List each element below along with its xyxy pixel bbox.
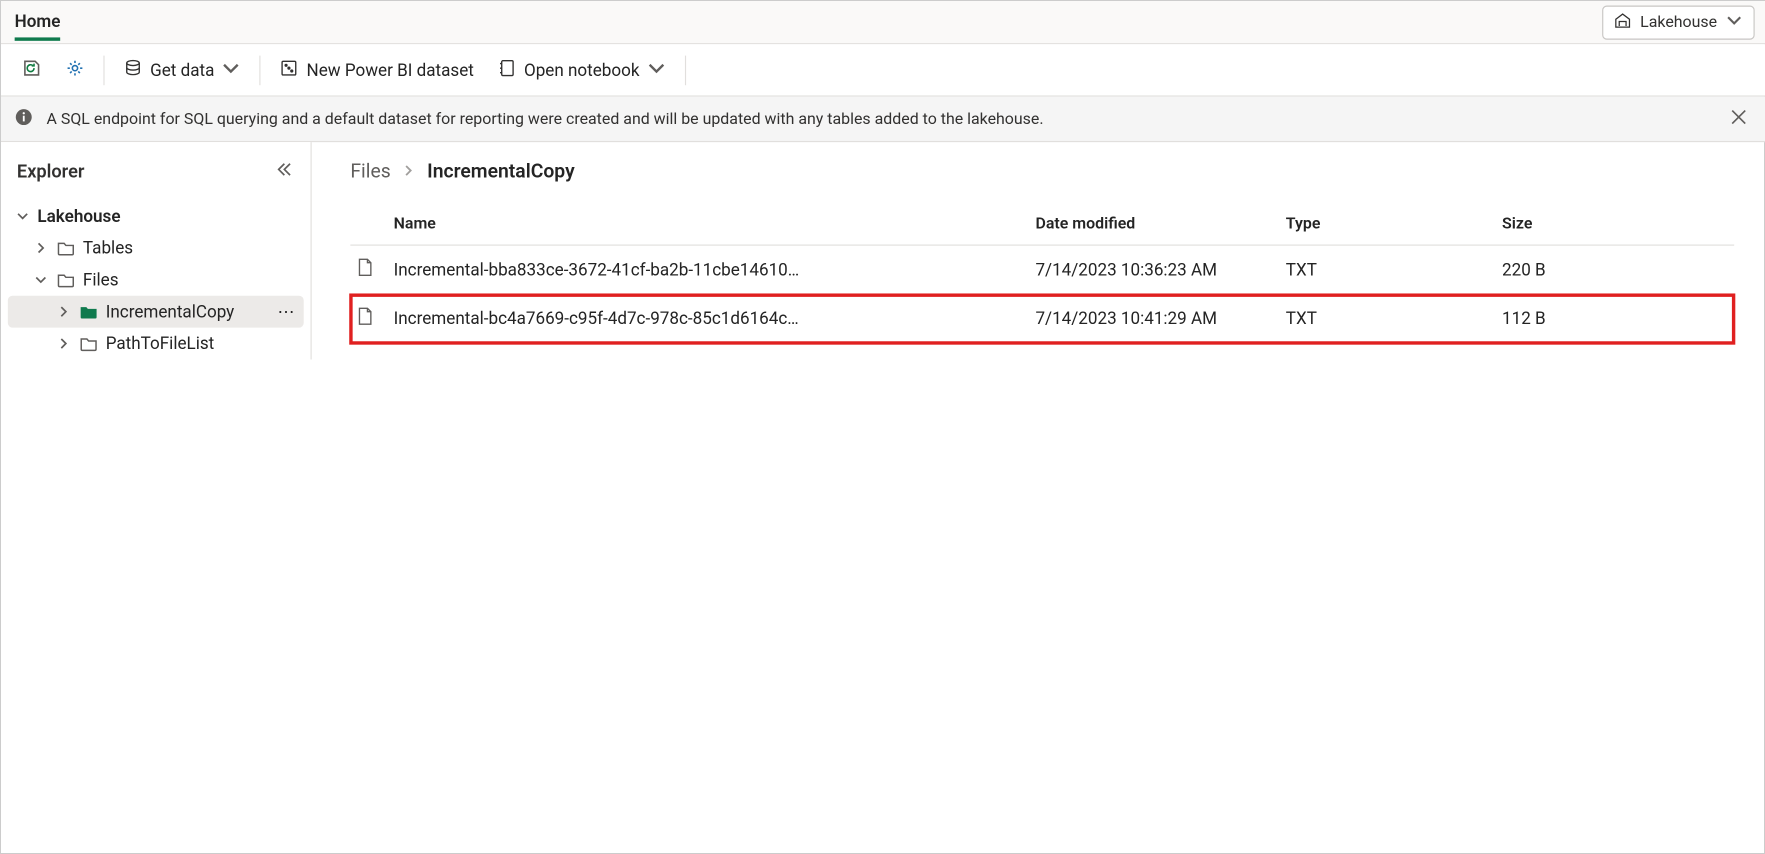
lakehouse-icon	[1614, 11, 1632, 34]
more-button[interactable]: ⋯	[275, 301, 297, 321]
toolbar-divider	[685, 55, 686, 85]
breadcrumb: Files IncrementalCopy	[350, 158, 1734, 204]
chevron-right-icon	[56, 305, 72, 319]
open-notebook-label: Open notebook	[524, 60, 640, 80]
folder-icon	[78, 333, 98, 353]
explorer-title: Explorer	[17, 160, 84, 182]
mode-label: Lakehouse	[1640, 13, 1717, 31]
breadcrumb-root[interactable]: Files	[350, 160, 390, 183]
col-type[interactable]: Type	[1286, 215, 1502, 233]
content-area: Files IncrementalCopy Name Date modified…	[312, 142, 1765, 359]
tree-node-incremental-copy[interactable]: IncrementalCopy ⋯	[8, 296, 304, 328]
database-icon	[123, 57, 143, 82]
chevron-right-icon	[56, 337, 72, 351]
file-type: TXT	[1286, 259, 1502, 279]
file-size: 220 B	[1502, 259, 1730, 279]
tree-label: PathToFileList	[106, 333, 297, 353]
file-modified: 7/14/2023 10:36:23 AM	[1035, 259, 1285, 279]
file-table-header: Name Date modified Type Size	[350, 204, 1734, 246]
chevron-right-icon	[402, 160, 416, 183]
chevron-down-icon	[646, 57, 666, 82]
info-icon	[15, 107, 33, 130]
folder-icon	[56, 270, 76, 290]
chevron-down-icon	[33, 273, 49, 287]
tree-root-label: Lakehouse	[37, 206, 296, 226]
tree-node-path-to-file-list[interactable]: PathToFileList	[8, 328, 304, 360]
file-row[interactable]: Incremental-bc4a7669-c95f-4d7c-978c-85c1…	[350, 295, 1734, 344]
refresh-button[interactable]	[15, 52, 49, 88]
more-icon: ⋯	[278, 301, 295, 321]
refresh-icon	[21, 57, 41, 82]
chevron-down-icon	[15, 209, 31, 223]
file-name: Incremental-bc4a7669-c95f-4d7c-978c-85c1…	[394, 308, 1036, 328]
tree-label: Tables	[83, 238, 297, 258]
dataset-icon	[279, 57, 299, 82]
tree-node-tables[interactable]: Tables	[8, 232, 304, 264]
explorer-tree: Lakehouse Tables Files IncrementalCopy ⋯	[1, 198, 311, 360]
settings-button[interactable]	[58, 52, 92, 88]
new-dataset-label: New Power BI dataset	[307, 60, 474, 80]
tree-label: Files	[83, 270, 297, 290]
info-text: A SQL endpoint for SQL querying and a de…	[47, 110, 1044, 128]
tab-home[interactable]: Home	[15, 3, 61, 41]
close-icon	[1730, 112, 1748, 130]
tree-label: IncrementalCopy	[106, 301, 269, 321]
close-banner-button[interactable]	[1725, 103, 1752, 135]
breadcrumb-current: IncrementalCopy	[427, 160, 575, 183]
tab-strip: Home	[15, 1, 61, 43]
file-row[interactable]: Incremental-bba833ce-3672-41cf-ba2b-11cb…	[350, 246, 1734, 295]
toolbar: Get data New Power BI dataset Open noteb…	[1, 44, 1765, 96]
info-banner: A SQL endpoint for SQL querying and a de…	[1, 97, 1765, 143]
tree-root-lakehouse[interactable]: Lakehouse	[8, 200, 304, 232]
chevron-down-icon	[1725, 11, 1743, 34]
notebook-icon	[497, 57, 517, 82]
toolbar-divider	[260, 55, 261, 85]
collapse-explorer-button[interactable]	[272, 156, 297, 187]
file-type: TXT	[1286, 308, 1502, 328]
chevron-down-icon	[221, 57, 241, 82]
file-list: Incremental-bba833ce-3672-41cf-ba2b-11cb…	[350, 246, 1734, 344]
folder-icon	[56, 238, 76, 258]
col-modified[interactable]: Date modified	[1035, 215, 1285, 233]
chevron-right-icon	[33, 241, 49, 255]
col-size[interactable]: Size	[1502, 215, 1730, 233]
get-data-button[interactable]: Get data	[116, 52, 249, 88]
folder-open-icon	[78, 301, 98, 321]
file-modified: 7/14/2023 10:41:29 AM	[1035, 308, 1285, 328]
file-size: 112 B	[1502, 308, 1730, 328]
workspace-mode-button[interactable]: Lakehouse	[1603, 5, 1755, 39]
open-notebook-button[interactable]: Open notebook	[490, 52, 674, 88]
new-pbi-dataset-button[interactable]: New Power BI dataset	[272, 52, 480, 88]
get-data-label: Get data	[150, 60, 214, 80]
col-name[interactable]: Name	[394, 215, 1036, 233]
gear-icon	[65, 57, 85, 82]
file-icon	[355, 306, 394, 331]
explorer-panel: Explorer Lakehouse Tables Files	[1, 142, 312, 359]
tree-node-files[interactable]: Files	[8, 264, 304, 296]
file-icon	[355, 257, 394, 282]
toolbar-divider	[103, 55, 104, 85]
main-area: Explorer Lakehouse Tables Files	[1, 142, 1765, 359]
topbar: Home Lakehouse	[1, 1, 1765, 44]
file-name: Incremental-bba833ce-3672-41cf-ba2b-11cb…	[394, 259, 1036, 279]
chevron-double-left-icon	[276, 160, 292, 182]
